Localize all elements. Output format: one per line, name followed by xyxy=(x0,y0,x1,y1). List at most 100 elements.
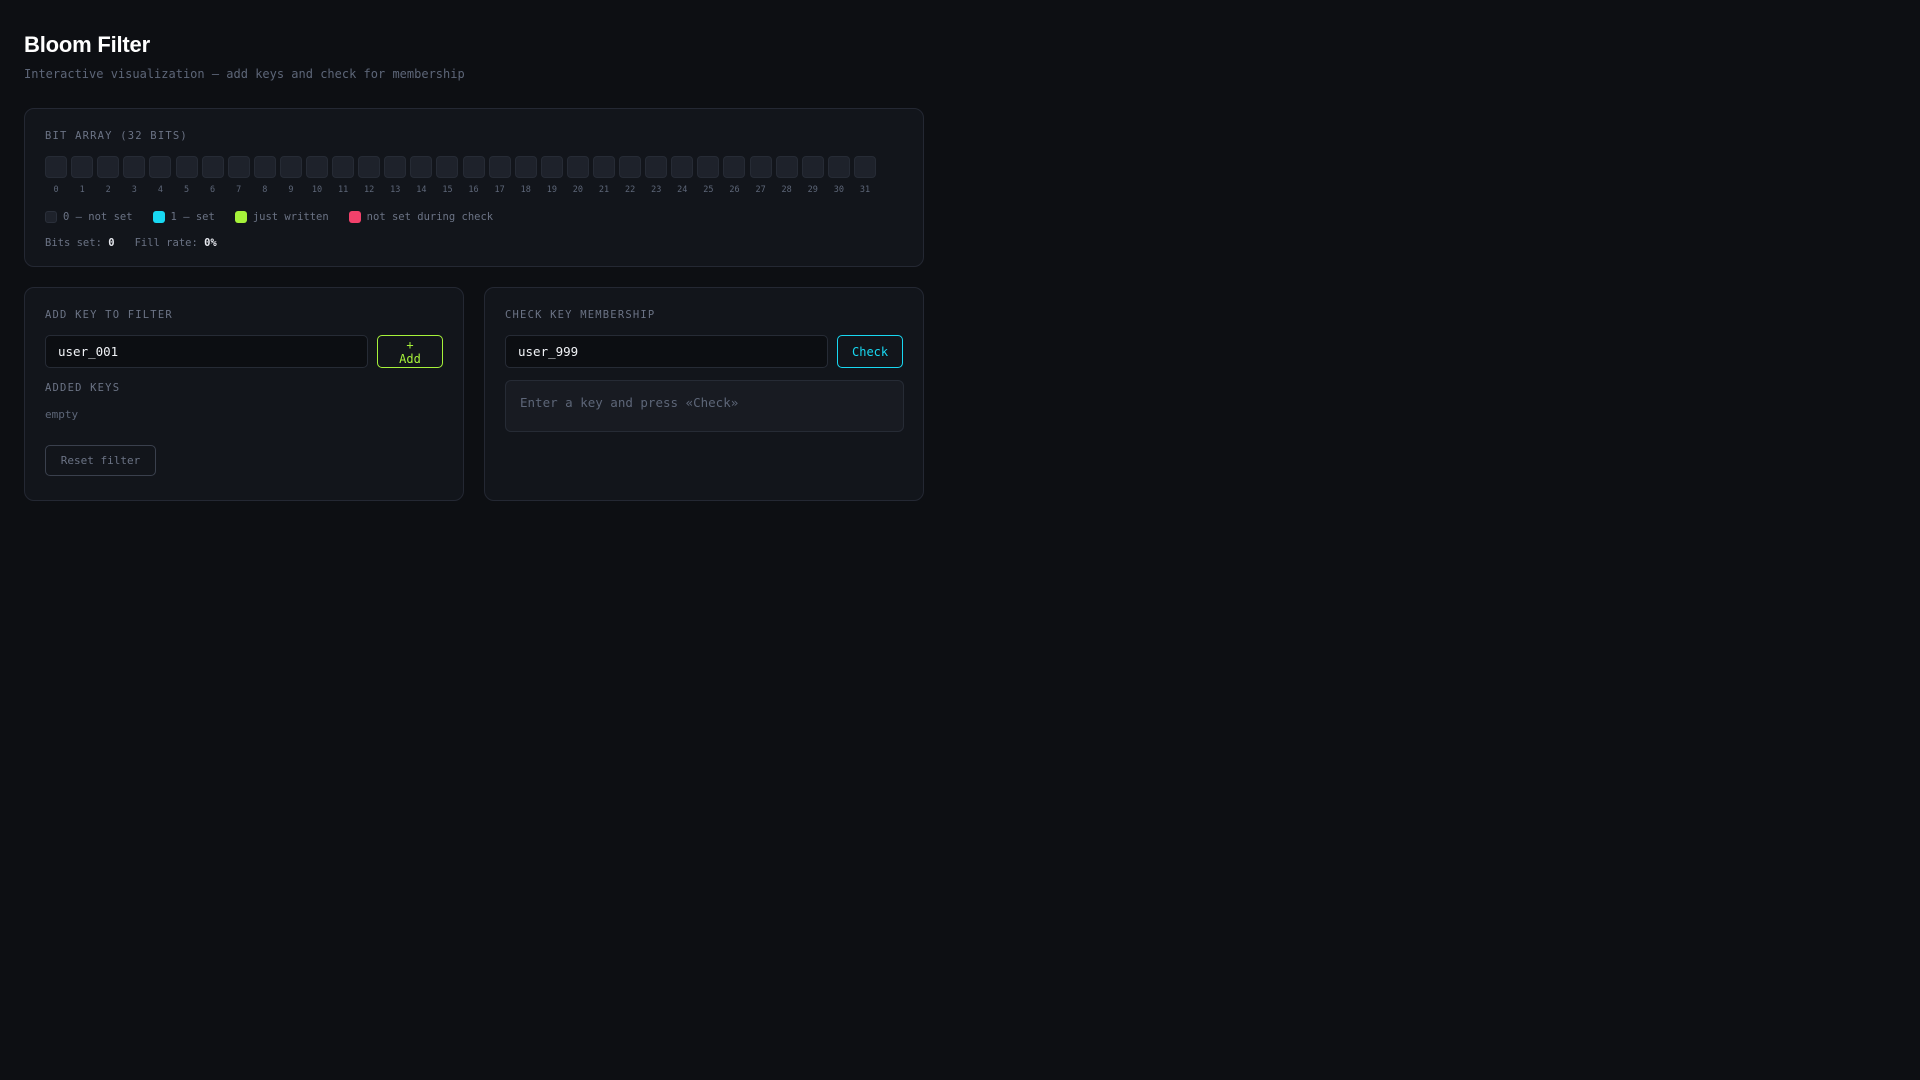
legend-swatch-just-written xyxy=(234,211,247,223)
check-key-input[interactable] xyxy=(505,335,828,368)
bit-array-card: BIT ARRAY (32 BITS) 0 1 2 3 4 5 6 7 8 9 10 11 12 13 14… xyxy=(24,108,924,267)
bit-index: 6 xyxy=(210,185,216,195)
bit-index: 5 xyxy=(183,185,190,195)
bit-cell: 6 xyxy=(201,156,224,195)
bit-box xyxy=(853,156,876,178)
fill-rate-stat: Fill rate: 0% xyxy=(135,237,217,249)
check-result: Enter a key and press «Check» xyxy=(505,380,904,432)
bit-cell: 29 xyxy=(801,156,824,195)
bit-box xyxy=(384,156,407,178)
bit-index: 21 xyxy=(598,185,610,195)
bit-index: 1 xyxy=(79,185,85,195)
reset-filter-button[interactable]: Reset filter xyxy=(45,445,156,476)
add-button[interactable]: + Add xyxy=(377,335,443,368)
bits-set-stat: Bits set: 0 xyxy=(45,237,115,249)
bit-index: 9 xyxy=(288,185,294,195)
legend-swatch-not-set xyxy=(45,211,57,223)
bit-box xyxy=(723,156,746,178)
bit-cell: 7 xyxy=(227,156,250,195)
bit-index: 12 xyxy=(364,185,375,195)
bit-box xyxy=(671,156,694,178)
added-keys-empty: empty xyxy=(45,408,79,421)
bit-box xyxy=(175,156,198,178)
legend-item-just-written: just written xyxy=(234,211,329,223)
bit-index: 22 xyxy=(624,185,636,195)
check-button[interactable]: Check xyxy=(837,335,903,368)
bit-index: 24 xyxy=(677,185,688,195)
check-key-card: CHECK KEY MEMBERSHIP Check Enter a key a… xyxy=(484,287,924,501)
check-key-row: Check xyxy=(505,335,903,368)
add-key-row: + Add xyxy=(45,335,443,368)
bit-cell: 0 xyxy=(45,156,68,195)
legend-label-not-set: 0 — not set xyxy=(63,211,133,223)
legend-swatch-set xyxy=(152,211,165,223)
bit-index: 4 xyxy=(157,185,163,195)
bit-box xyxy=(775,156,798,178)
bit-box xyxy=(123,156,146,178)
bit-cell: 14 xyxy=(410,156,433,195)
page: Bloom Filter Interactive visualization —… xyxy=(24,30,924,501)
bit-cell: 9 xyxy=(279,156,302,195)
bit-box xyxy=(436,156,459,178)
bit-index: 17 xyxy=(494,185,505,195)
bit-index: 3 xyxy=(131,185,137,195)
add-key-card: ADD KEY TO FILTER + Add ADDED KEYS empty… xyxy=(24,287,464,501)
legend-item-not-set: 0 — not set xyxy=(45,211,133,223)
bit-cell: 11 xyxy=(332,156,355,195)
bit-box xyxy=(71,156,94,178)
bit-index: 28 xyxy=(781,185,792,195)
bit-box xyxy=(227,156,250,178)
bit-index: 2 xyxy=(105,185,111,195)
bit-cell: 10 xyxy=(305,156,328,195)
fill-rate-label: Fill rate: xyxy=(134,237,198,249)
bit-box xyxy=(305,156,328,178)
bit-cell: 31 xyxy=(853,156,876,195)
bit-cell: 1 xyxy=(71,156,94,195)
bit-box xyxy=(645,156,668,178)
bit-cell: 25 xyxy=(697,156,720,195)
bit-index: 7 xyxy=(236,185,242,195)
bit-index: 25 xyxy=(703,185,714,195)
page-title: Bloom Filter xyxy=(24,32,150,57)
bit-index: 11 xyxy=(337,185,349,195)
bit-index: 31 xyxy=(859,185,871,195)
bit-index: 23 xyxy=(651,185,662,195)
bit-box xyxy=(45,156,68,178)
bit-box xyxy=(97,156,120,178)
bit-cell: 13 xyxy=(384,156,407,195)
bit-index: 13 xyxy=(390,185,401,195)
bit-cell: 27 xyxy=(749,156,772,195)
bit-cell: 23 xyxy=(645,156,668,195)
legend-swatch-not-set-check xyxy=(348,211,361,223)
bit-box xyxy=(488,156,511,178)
add-key-input[interactable] xyxy=(45,335,368,368)
bit-box xyxy=(827,156,850,178)
bit-index: 14 xyxy=(416,185,427,195)
bits-set-value: 0 xyxy=(108,237,115,249)
bit-index: 20 xyxy=(572,185,584,195)
bit-index: 26 xyxy=(729,185,740,195)
bit-index: 16 xyxy=(468,185,479,195)
bit-index: 8 xyxy=(262,185,268,195)
legend-label-set: 1 — set xyxy=(170,211,215,223)
bit-box xyxy=(332,156,355,178)
bit-cell: 30 xyxy=(827,156,850,195)
bit-box xyxy=(514,156,537,178)
bit-cell: 16 xyxy=(462,156,485,195)
bit-cell: 8 xyxy=(253,156,276,195)
bit-index: 29 xyxy=(807,185,818,195)
bit-index: 18 xyxy=(520,185,531,195)
bit-cell: 21 xyxy=(593,156,616,195)
bit-index: 19 xyxy=(546,185,557,195)
bit-box xyxy=(593,156,616,178)
bit-index: 30 xyxy=(833,185,844,195)
bit-box xyxy=(619,156,642,178)
bit-box xyxy=(749,156,772,178)
bit-cell: 2 xyxy=(97,156,120,195)
bit-cell: 17 xyxy=(488,156,511,195)
bit-box xyxy=(279,156,302,178)
legend-label-not-set-check: not set during check xyxy=(366,211,494,223)
bit-index: 15 xyxy=(442,185,453,195)
bit-index: 10 xyxy=(311,185,323,195)
bit-cell: 20 xyxy=(566,156,589,195)
